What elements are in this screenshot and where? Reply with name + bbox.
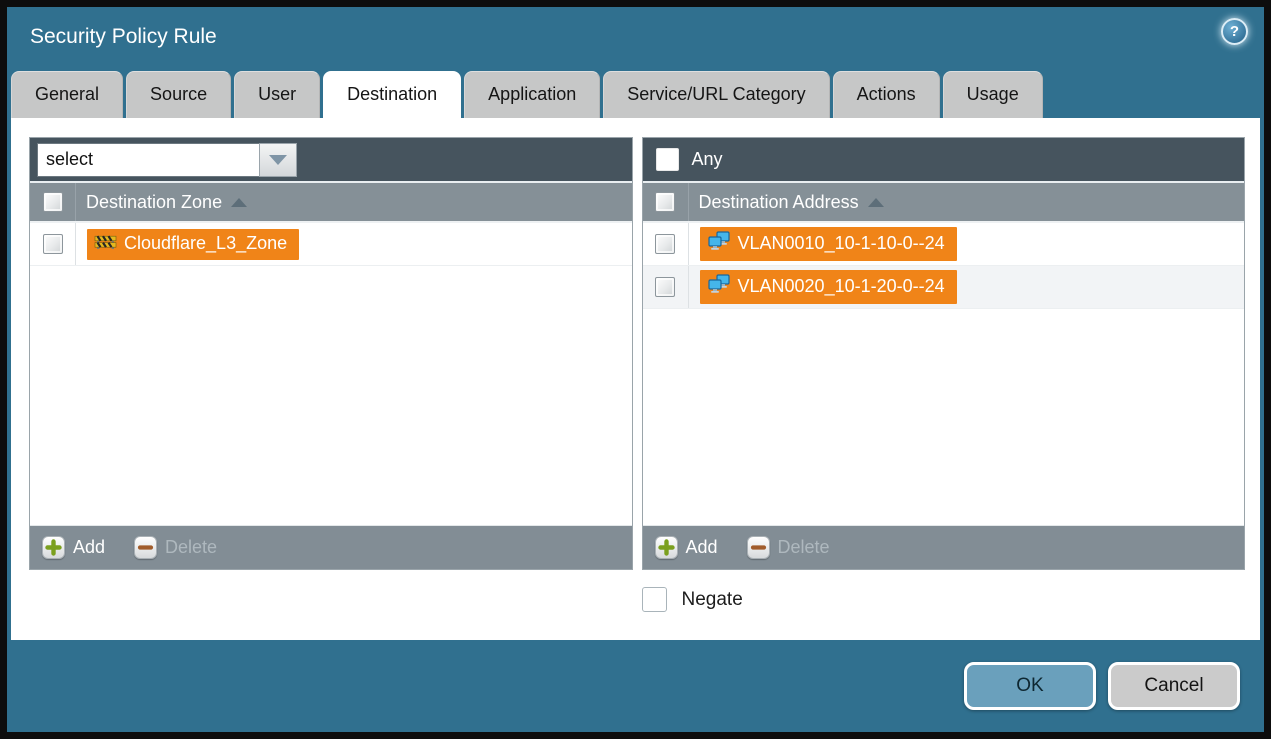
tab-source[interactable]: Source [126,71,231,118]
negate-control: Negate [642,587,1246,612]
destination-zone-panel: Destination Zone [29,137,633,570]
destination-address-panel: Any Destination Address [642,137,1246,570]
dialog-footer: OK Cancel [7,640,1264,732]
zone-select-all-checkbox[interactable] [43,192,63,212]
negate-checkbox[interactable] [642,587,667,612]
title-bar: Security Policy Rule ? [7,7,1264,70]
zone-select-input[interactable] [37,143,259,177]
address-icon [707,274,731,299]
table-row: Cloudflare_L3_Zone [30,223,632,266]
address-column-header: Destination Address [643,183,1245,223]
zone-entry-cloudflare-l3-zone[interactable]: Cloudflare_L3_Zone [87,229,299,260]
zone-add-button[interactable]: Add [42,536,105,559]
tab-bar: General Source User Destination Applicat… [7,70,1264,118]
address-delete-button[interactable]: Delete [747,536,830,559]
address-entry-label: VLAN0020_10-1-20-0--24 [738,276,945,297]
tab-destination[interactable]: Destination [323,71,461,118]
address-panel-footer: Add Delete [643,525,1245,569]
ok-button[interactable]: OK [964,662,1096,710]
plus-icon [42,536,65,559]
minus-icon [747,536,770,559]
zone-add-label: Add [73,537,105,558]
zone-entry-label: Cloudflare_L3_Zone [124,233,287,254]
help-icon[interactable]: ? [1221,18,1248,45]
chevron-down-icon [269,155,287,165]
zone-column-header: Destination Zone [30,183,632,223]
any-label: Any [692,149,723,170]
plus-icon [655,536,678,559]
zone-column-title: Destination Zone [86,192,222,213]
address-entry-vlan0010[interactable]: VLAN0010_10-1-10-0--24 [700,227,957,261]
negate-label: Negate [682,589,743,611]
address-delete-label: Delete [778,537,830,558]
cancel-button[interactable]: Cancel [1108,662,1240,710]
zone-delete-button[interactable]: Delete [134,536,217,559]
tab-application[interactable]: Application [464,71,600,118]
tab-usage[interactable]: Usage [943,71,1043,118]
address-row-checkbox[interactable] [655,234,675,254]
zone-panel-toolbar [30,138,632,183]
table-row: VLAN0020_10-1-20-0--24 [643,266,1245,309]
address-add-button[interactable]: Add [655,536,718,559]
address-entry-label: VLAN0010_10-1-10-0--24 [738,233,945,254]
table-row: VLAN0010_10-1-10-0--24 [643,223,1245,266]
zone-panel-footer: Add Delete [30,525,632,569]
tab-general[interactable]: General [11,71,123,118]
minus-icon [134,536,157,559]
tab-service-url-category[interactable]: Service/URL Category [603,71,829,118]
address-add-label: Add [686,537,718,558]
zone-row-checkbox[interactable] [43,234,63,254]
destination-tab-content: Destination Zone [11,118,1260,640]
address-list: VLAN0010_10-1-10-0--24 [643,223,1245,525]
dialog-title: Security Policy Rule [30,25,217,49]
security-policy-rule-dialog: Security Policy Rule ? General Source Us… [7,7,1264,732]
address-entry-vlan0020[interactable]: VLAN0020_10-1-20-0--24 [700,270,957,304]
sort-ascending-icon[interactable] [231,198,247,207]
zone-icon [94,233,117,255]
tab-actions[interactable]: Actions [833,71,940,118]
sort-ascending-icon[interactable] [868,198,884,207]
address-icon [707,231,731,256]
address-panel-toolbar: Any [643,138,1245,183]
zone-delete-label: Delete [165,537,217,558]
any-checkbox[interactable] [656,148,679,171]
zone-select-combo [37,143,297,177]
address-column-title: Destination Address [699,192,859,213]
address-select-all-checkbox[interactable] [655,192,675,212]
tab-user[interactable]: User [234,71,320,118]
zone-list: Cloudflare_L3_Zone [30,223,632,525]
address-row-checkbox[interactable] [655,277,675,297]
zone-select-dropdown-button[interactable] [259,143,297,177]
